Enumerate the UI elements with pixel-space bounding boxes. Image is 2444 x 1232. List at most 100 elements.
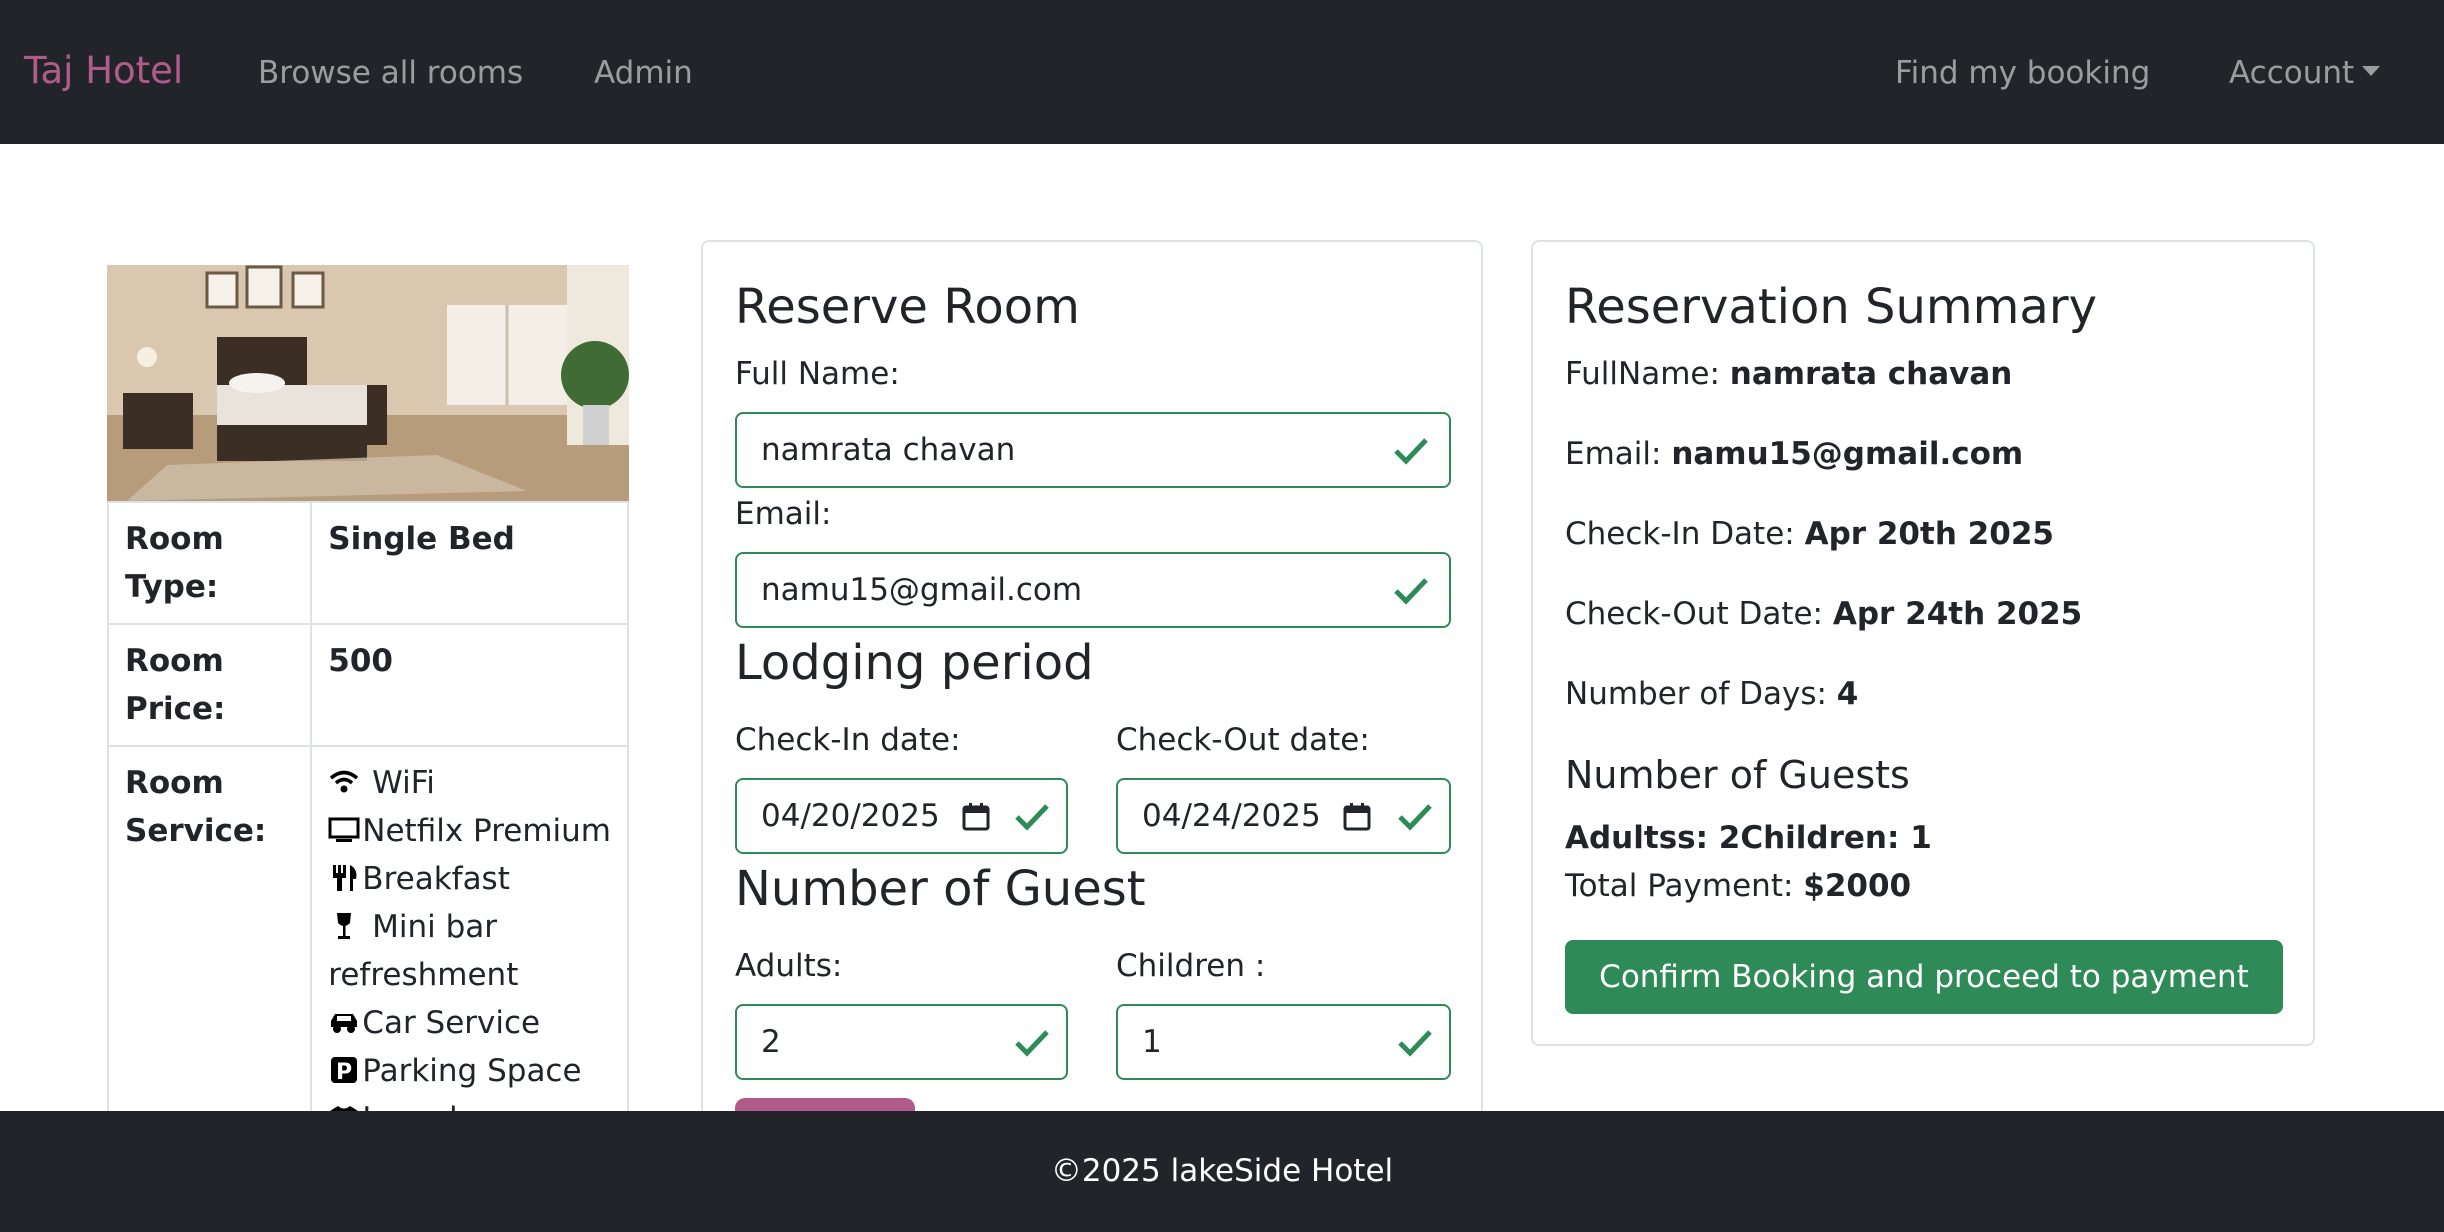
full-name-input[interactable]: namrata chavan: [735, 412, 1451, 488]
summary-checkin-value: Apr 20th 2025: [1804, 516, 2054, 552]
summary-email-label: Email:: [1565, 436, 1672, 472]
service-tv: Netfilx Premium: [328, 807, 611, 855]
children-input[interactable]: 1: [1116, 1004, 1451, 1080]
children-value: 1: [1142, 1024, 1162, 1060]
room-details: Room Type: Single Bed Room Price: 500 Roo…: [107, 265, 629, 1111]
checkout-label: Check-Out date:: [1116, 722, 1370, 758]
adults-label: Adults:: [735, 948, 843, 984]
room-type-label: Room Type:: [107, 501, 313, 625]
room-service-label-line1: Room: [125, 765, 224, 801]
full-name-label: Full Name:: [735, 356, 900, 392]
reserve-title: Reserve Room: [735, 279, 1080, 335]
checkin-date-value: 04/20/2025: [761, 798, 940, 834]
summary-total-value: $2000: [1803, 868, 1912, 904]
check-icon: [1015, 804, 1049, 831]
service-label: Netfilx Premium: [362, 813, 611, 849]
adults-input[interactable]: 2: [735, 1004, 1068, 1080]
summary-checkout-label: Check-Out Date:: [1565, 596, 1833, 632]
adults-value: 2: [761, 1024, 781, 1060]
utensils-icon: [333, 865, 357, 891]
check-icon: [1394, 578, 1428, 605]
calendar-icon[interactable]: [1342, 802, 1372, 832]
tv-icon: [328, 817, 360, 842]
service-label: Breakfast: [362, 861, 510, 897]
service-label: WiFi: [362, 765, 435, 801]
service-label: Parking Space: [362, 1053, 582, 1089]
summary-guests-value: Adultss: 2Children: 1: [1565, 820, 1932, 856]
service-minibar: Mini bar refreshment: [328, 903, 611, 999]
check-icon: [1398, 804, 1432, 831]
room-info-table: Room Type: Single Bed Room Price: 500 Roo…: [107, 501, 629, 1111]
service-wifi: WiFi: [328, 759, 611, 807]
summary-checkin: Check-In Date: Apr 20th 2025: [1565, 512, 2054, 556]
email-value: namu15@gmail.com: [761, 572, 1083, 608]
service-car: Car Service: [328, 999, 611, 1047]
brand-link[interactable]: Taj Hotel: [24, 48, 183, 94]
nav-find-booking[interactable]: Find my booking: [1895, 50, 2150, 96]
account-label: Account: [2229, 55, 2355, 91]
room-photo: [107, 265, 629, 501]
full-name-value: namrata chavan: [761, 432, 1016, 468]
service-parking: P Parking Space: [328, 1047, 611, 1095]
service-laundry: Laundry: [328, 1095, 611, 1111]
checkout-date-input[interactable]: 04/24/2025: [1116, 778, 1451, 854]
summary-guests-heading: Number of Guests: [1565, 753, 1910, 797]
room-type-row: Room Type: Single Bed: [107, 501, 629, 625]
summary-days-label: Number of Days:: [1565, 676, 1837, 712]
summary-checkout-value: Apr 24th 2025: [1832, 596, 2083, 632]
nav-account-dropdown[interactable]: Account: [2229, 50, 2381, 96]
summary-checkin-label: Check-In Date:: [1565, 516, 1805, 552]
room-price-value: 500: [310, 623, 629, 747]
checkin-label: Check-In date:: [735, 722, 961, 758]
summary-total: Total Payment: $2000: [1565, 864, 1911, 908]
service-label: Car Service: [362, 1005, 541, 1041]
summary-total-label: Total Payment:: [1565, 868, 1804, 904]
service-breakfast: Breakfast: [328, 855, 611, 903]
summary-guests: Adultss: 2Children: 1: [1565, 816, 1932, 860]
summary-email: Email: namu15@gmail.com: [1565, 432, 2023, 476]
reservation-summary-card: Reservation Summary FullName: namrata ch…: [1531, 240, 2315, 1046]
tshirt-icon: [330, 1106, 359, 1111]
lodging-period-heading: Lodging period: [735, 635, 1094, 691]
summary-fullname-label: FullName:: [1565, 356, 1730, 392]
room-price-label-line2: Price:: [125, 691, 226, 727]
footer: ©2025 lakeSide Hotel: [0, 1111, 2444, 1232]
room-price-label: Room Price:: [107, 623, 313, 747]
summary-email-value: namu15@gmail.com: [1671, 436, 2024, 472]
email-label: Email:: [735, 496, 832, 532]
summary-fullname-value: namrata chavan: [1729, 356, 2013, 392]
wine-glass-icon: [337, 913, 352, 939]
navbar: Taj Hotel Browse all rooms Admin Find my…: [0, 0, 2444, 144]
room-service-row: Room Service: WiFi Netfilx Premium Breakf…: [107, 745, 629, 1111]
room-service-label-line2: Service:: [125, 813, 267, 849]
confirm-booking-button[interactable]: Confirm Booking and proceed to payment: [1565, 940, 2283, 1014]
room-price-row: Room Price: 500: [107, 623, 629, 747]
check-icon: [1015, 1030, 1049, 1057]
children-label: Children :: [1116, 948, 1266, 984]
email-input[interactable]: namu15@gmail.com: [735, 552, 1451, 628]
room-type-value: Single Bed: [310, 501, 629, 625]
summary-fullname: FullName: namrata chavan: [1565, 352, 2012, 396]
svg-text:P: P: [336, 1060, 352, 1085]
summary-title: Reservation Summary: [1565, 279, 2097, 335]
room-service-list: WiFi Netfilx Premium Breakfast Mini bar …: [310, 745, 629, 1111]
car-icon: [331, 1014, 358, 1033]
summary-days: Number of Days: 4: [1565, 672, 1858, 716]
checkin-date-input[interactable]: 04/20/2025: [735, 778, 1068, 854]
summary-days-value: 4: [1836, 676, 1859, 712]
number-of-guest-heading: Number of Guest: [735, 861, 1146, 917]
checkout-date-value: 04/24/2025: [1142, 798, 1321, 834]
check-icon: [1394, 438, 1428, 465]
room-price-label-line1: Room: [125, 643, 224, 679]
footer-copyright: ©2025 lakeSide Hotel: [1050, 1153, 1394, 1189]
nav-browse-rooms[interactable]: Browse all rooms: [258, 50, 523, 96]
calendar-icon[interactable]: [961, 802, 991, 832]
nav-admin[interactable]: Admin: [594, 50, 693, 96]
check-icon: [1398, 1030, 1432, 1057]
parking-icon: P: [331, 1057, 358, 1085]
reserve-room-card: Reserve Room Full Name: namrata chavan E…: [701, 240, 1483, 1158]
wifi-icon: [330, 770, 359, 793]
service-label: Laundry: [362, 1101, 488, 1111]
summary-checkout: Check-Out Date: Apr 24th 2025: [1565, 592, 2082, 636]
room-service-label: Room Service:: [107, 745, 313, 1111]
